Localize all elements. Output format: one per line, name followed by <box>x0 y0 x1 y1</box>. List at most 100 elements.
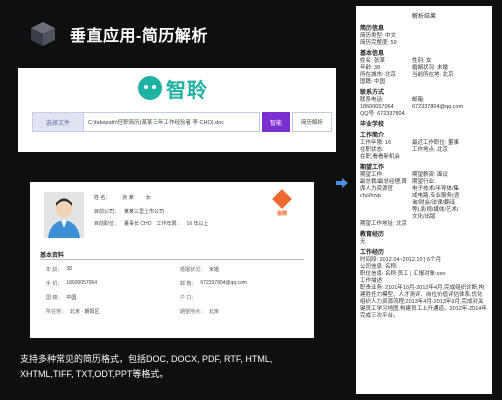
parsed-pair-cell: 电子技术/半导体/集 <box>412 186 460 192</box>
caption: 支持多种常见的简历格式，包括DOC, DOCX, PDF, RTF, HTML,… <box>20 352 340 382</box>
parsed-line: 国籍: 中国 <box>360 79 386 85</box>
field-nationality: 国 籍： 中国 <box>46 295 77 301</box>
parsed-pair-cell: 婚姻状况: 未婚 <box>412 65 449 71</box>
parsed-sections: 简历信息 简历类型: 中文 简历完整度: 59 基本信息 姓名: 张某 性别: 女年龄: … <box>360 25 488 246</box>
parsed-pair-cell: 期望薪资: 面议 <box>412 172 449 178</box>
parsed-pair-row: 在职状态: 工作地点: 北京 <box>360 147 488 154</box>
parsed-pair-cell: 期望行业: <box>412 179 436 185</box>
mode-select[interactable]: 简历解析 <box>292 112 332 132</box>
logo-text: 智聆 <box>166 77 208 102</box>
slide-title: 垂直应用-简历解析 <box>70 28 208 45</box>
work-line: 公司信息: 名称: <box>360 264 398 270</box>
choose-file-button[interactable]: 选择文件 <box>32 112 84 132</box>
parse-button[interactable]: 智能 <box>262 112 290 132</box>
parsed-pair-row: 联系电话: 邮箱: <box>360 97 488 104</box>
cube-icon <box>31 22 55 46</box>
parsed-pair-cell: 联系电话: <box>360 97 384 103</box>
parsed-pair-cell: 席人力资源官 <box>360 186 394 192</box>
parsed-result-panel: 解析结果 简历信息 简历类型: 中文 简历完整度: 59 基本信息 姓名: 张某 性别: … <box>356 6 492 394</box>
field-expected-location: 期望地点： 北京 <box>180 309 220 315</box>
caption-line: XHTML,TIFF, TXT,ODT,PPT等格式。 <box>20 369 169 379</box>
parsed-result-title: 解析结果 <box>411 14 436 20</box>
caption-line: 支持多种常见的简历格式，包括DOC, DOCX, PDF, RTF, HTML, <box>20 354 273 364</box>
parsed-pair-row: 年龄: 38 婚姻状况: 未婚 <box>360 65 488 72</box>
parsed-pair-row: 所在城市: 北京 当前所在地: 北京 <box>360 72 488 79</box>
parsed-pair-cell <box>360 200 412 207</box>
position-row: 目前职位： 董事长 CHO 工作年限： 16 年以上 <box>94 221 209 227</box>
logo-face-icon <box>138 76 162 100</box>
parsed-pair-cell: 年龄: 38 <box>360 65 381 71</box>
work-heading: 工作经历 <box>360 250 385 256</box>
field-location: 所在地： 北京 · 朝阳区 <box>46 309 100 315</box>
parsed-pair-row: 期望工作: 期望薪资: 面议 <box>360 172 488 179</box>
parsed-section-heading: 毕业学校 <box>360 122 385 128</box>
parsed-pair-cell: 672337804@qq.com <box>412 104 464 110</box>
parsed-pair-row: cho/hrvp 成电路,专业服务(咨 <box>360 193 488 200</box>
parsed-pair-cell: 副总裁/副总经理,首 <box>360 179 408 185</box>
parsed-section-heading: 工作简介 <box>360 133 385 139</box>
parsed-pair-row: 副总裁/副总经理,首 期望行业: <box>360 179 488 186</box>
divider <box>40 259 304 260</box>
field-age: 年 龄： 38 <box>46 266 72 273</box>
field-marital: 婚姻状况： 未婚 <box>180 267 220 273</box>
parsed-pair-cell: 邮箱: <box>412 97 425 103</box>
parsed-pair-row: 18600057064 672337804@qq.com <box>360 104 488 111</box>
resume-name-row: 姓 名： 张 某 女 <box>94 194 151 201</box>
avatar <box>44 192 84 238</box>
parsed-pair-row: 等),影视/媒体/艺术/ <box>360 207 488 214</box>
parsed-pair-cell <box>360 214 412 221</box>
resume-preview: 姓 名： 张 某 女 目前公司： 某某三里上市公司 目前职位： 董事长 CHO … <box>30 182 314 338</box>
work-line: 职位信息: 名称:员工 | 汇报对象:ceo <box>360 271 446 277</box>
parsed-line: 简历完整度: 59 <box>360 40 397 46</box>
parsed-section-heading: 基本信息 <box>360 51 385 57</box>
parsed-pair-cell: 询/财会/法律/翻译 <box>412 200 456 206</box>
parsed-line: QQ号: 672337804 <box>360 111 405 117</box>
parsed-line: 在职,看看新机会 <box>360 154 401 160</box>
parsed-pair-cell: 工作地点: 北京 <box>412 147 449 153</box>
parsed-pair-cell: 18600057064 <box>360 104 394 110</box>
parsed-pair-row: 询/财会/法律/翻译 <box>360 200 488 207</box>
company-row: 目前公司： 某某三里上市公司 <box>94 209 165 215</box>
parsed-pair-cell: 在职状态: <box>360 147 384 153</box>
parsed-pair-cell: 当前所在地: 北京 <box>412 72 454 78</box>
parsed-section-heading: 教育经历 <box>360 232 385 238</box>
brand-mark-icon <box>272 189 292 209</box>
parsed-pair-row: 姓名: 张某 性别: 女 <box>360 58 488 65</box>
parsed-line: 简历类型: 中文 <box>360 33 397 39</box>
parsed-pair-cell: 工作年限: 16 <box>360 140 392 146</box>
brand-logo: 猎聘 <box>268 189 296 218</box>
parsed-pair-cell: 文化/出版 <box>412 214 436 220</box>
parsed-pair-row: 工作年限: 16 最近工作职位: 董事 <box>360 140 488 147</box>
parsed-pair-cell: 性别: 女 <box>412 58 432 64</box>
field-phone: 手 机： 18600057064 <box>46 280 97 287</box>
parsed-pair-cell: 期望工作: <box>360 172 384 178</box>
parsed-pair-cell: cho/hrvp <box>360 193 382 199</box>
parsed-pair-cell: 最近工作职位: 董事 <box>412 140 460 146</box>
upload-row: 选择文件 C:\fakepath\任职简历(某某三年工作经验者 李 CHO).d… <box>32 112 332 132</box>
gender-value: 女 <box>145 195 151 201</box>
parsed-pair-row: 文化/出版 <box>360 214 488 221</box>
parsed-pair-cell: 所在城市: 北京 <box>360 72 397 78</box>
app-logo: 智聆 <box>138 72 228 104</box>
parsed-pair-row: 席人力资源官 电子技术/半导体/集 <box>360 186 488 193</box>
slide-header: 垂直应用-简历解析 <box>30 14 340 54</box>
upload-panel: 智聆 选择文件 C:\fakepath\任职简历(某某三年工作经验者 李 CHO… <box>18 68 336 152</box>
file-path-field[interactable]: C:\fakepath\任职简历(某某三年工作经验者 李 CHO).doc <box>84 112 260 132</box>
basic-info-title: 基本资料 <box>40 253 65 259</box>
parsed-line: 期望工作地址: 北京 <box>360 221 408 227</box>
parsed-pair-cell: 姓名: 张某 <box>360 58 386 64</box>
name-label: 姓 名： <box>94 195 111 201</box>
name-value: 张 某 <box>122 195 134 201</box>
parsed-section-heading: 期望工作 <box>360 165 385 171</box>
field-hukou: 户 口： <box>180 295 197 301</box>
parsed-section-heading: 简历信息 <box>360 26 385 32</box>
work-line: 时间段: 2012.04~2012.10 | 6个月 <box>360 257 442 263</box>
parsed-pair-cell: 等),影视/媒体/艺术/ <box>412 207 459 213</box>
field-email: 邮 箱： 672337804@qq.com <box>180 280 247 287</box>
arrow-right-icon <box>336 178 348 188</box>
work-description: 职责业务: 2101年10月-2012年4月,完成组织诊断,构建胜任力模型、人才… <box>360 285 487 319</box>
work-line: 工作描述: <box>360 278 384 284</box>
parsed-section-heading: 联系方式 <box>360 90 385 96</box>
parsed-pair-cell <box>360 207 412 214</box>
parsed-line: 无 <box>360 239 366 245</box>
